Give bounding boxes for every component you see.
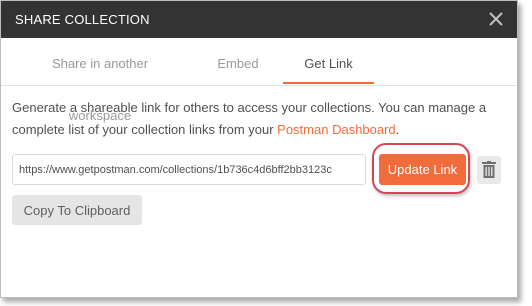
modal-header: SHARE COLLECTION <box>1 1 517 38</box>
copy-to-clipboard-button[interactable]: Copy To Clipboard <box>12 195 142 225</box>
tab-bar: Share in another workspace Embed Get Lin… <box>1 38 517 123</box>
postman-dashboard-link[interactable]: Postman Dashboard <box>277 122 396 137</box>
tab-share-in-another-workspace[interactable]: Share in another workspace <box>21 38 179 123</box>
modal-title: SHARE COLLECTION <box>15 12 150 27</box>
tab-get-link[interactable]: Get Link <box>283 38 374 85</box>
tab-embed[interactable]: Embed <box>215 38 261 85</box>
active-tab-indicator <box>283 82 374 84</box>
delete-link-button[interactable] <box>477 156 501 184</box>
trash-icon <box>482 161 496 178</box>
collection-link-field[interactable] <box>12 154 366 185</box>
description-suffix: . <box>395 122 400 137</box>
description-body: Generate a shareable link for others to … <box>12 100 487 137</box>
close-icon[interactable] <box>487 10 505 28</box>
description-text: Generate a shareable link for others to … <box>12 97 502 141</box>
share-collection-modal: SHARE COLLECTION Share in another worksp… <box>0 0 518 298</box>
update-link-button[interactable]: Update Link <box>379 154 466 185</box>
